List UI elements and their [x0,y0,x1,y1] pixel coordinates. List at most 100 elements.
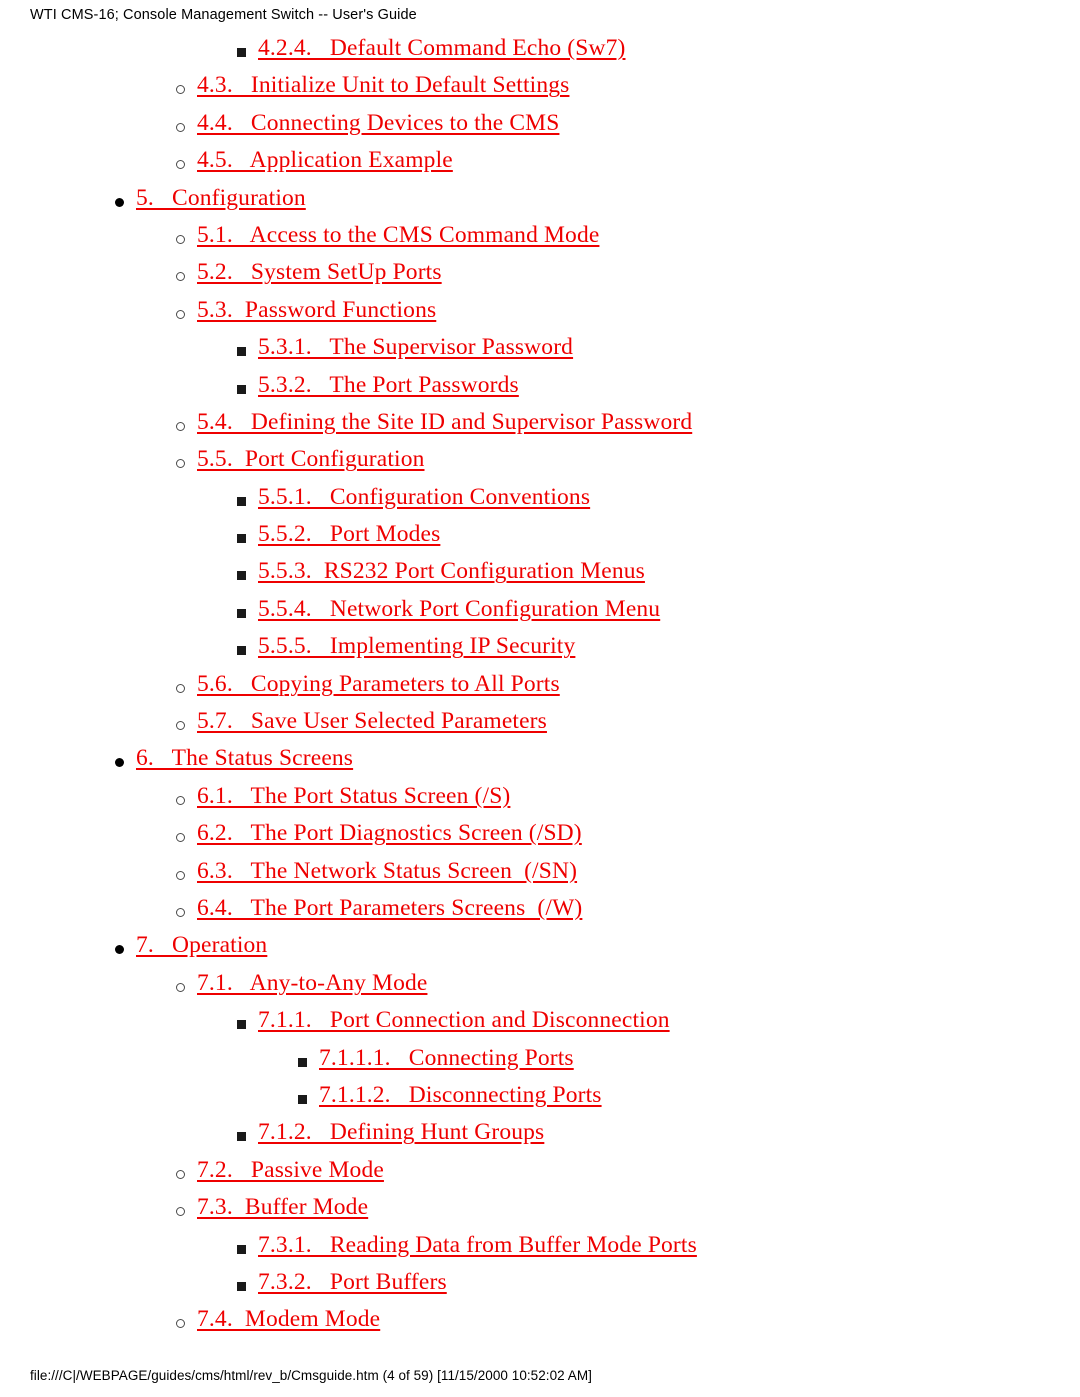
toc-link-7-1-1[interactable]: 7.1.1. Port Connection and Disconnection [258,1002,670,1039]
toc-link-4-5[interactable]: 4.5. Application Example [197,142,453,179]
circle-bullet-icon [176,234,185,244]
toc-item: 5.5. Port Configuration [0,441,1080,478]
circle-bullet-icon [176,122,185,132]
toc-link-7-3-2[interactable]: 7.3.2. Port Buffers [258,1264,447,1301]
circle-bullet-icon [176,1207,185,1217]
circle-bullet-icon [176,870,185,880]
square-bullet-icon [237,646,246,656]
disc-bullet-icon [115,758,124,768]
toc-item: 5.6. Copying Parameters to All Ports [0,666,1080,703]
toc-link-5-3-1[interactable]: 5.3.1. The Supervisor Password [258,329,573,366]
page-header-title: WTI CMS-16; Console Management Switch --… [30,7,417,23]
page-footer-path: file:///C|/WEBPAGE/guides/cms/html/rev_b… [30,1368,592,1383]
circle-bullet-icon [176,1319,185,1329]
toc-link-5-3-2[interactable]: 5.3.2. The Port Passwords [258,367,519,404]
toc-item: 7.3.2. Port Buffers [0,1264,1080,1301]
toc-link-5-5-4[interactable]: 5.5.4. Network Port Configuration Menu [258,591,660,628]
toc-item: 7.2. Passive Mode [0,1152,1080,1189]
circle-bullet-icon [176,833,185,843]
circle-bullet-icon [176,160,185,170]
toc-item: 7.1.1.2. Disconnecting Ports [0,1077,1080,1114]
toc-link-5-2[interactable]: 5.2. System SetUp Ports [197,254,442,291]
toc-link-7-1-2[interactable]: 7.1.2. Defining Hunt Groups [258,1114,544,1151]
square-bullet-icon [237,1020,246,1030]
square-bullet-icon [237,48,246,57]
square-bullet-icon [237,1132,246,1142]
toc-link-5-6[interactable]: 5.6. Copying Parameters to All Ports [197,666,560,703]
toc-item: 6. The Status Screens [0,740,1080,777]
toc-link-7-3-1[interactable]: 7.3.1. Reading Data from Buffer Mode Por… [258,1227,697,1264]
circle-bullet-icon [176,1169,185,1179]
toc-item: 4.3. Initialize Unit to Default Settings [0,67,1080,104]
toc-link-6-2[interactable]: 6.2. The Port Diagnostics Screen (/SD) [197,815,582,852]
square-bullet-icon [237,1281,246,1291]
toc-link-5-4[interactable]: 5.4. Defining the Site ID and Supervisor… [197,404,692,441]
toc-link-5-1[interactable]: 5.1. Access to the CMS Command Mode [197,217,599,254]
toc-link-7-1-1-2[interactable]: 7.1.1.2. Disconnecting Ports [319,1077,602,1114]
square-bullet-icon [298,1094,307,1104]
square-bullet-icon [237,496,246,506]
toc-link-4-3[interactable]: 4.3. Initialize Unit to Default Settings [197,67,569,104]
toc-link-4-2-4[interactable]: 4.2.4. Default Command Echo (Sw7) [258,30,625,67]
toc-item: 5.5.5. Implementing IP Security [0,628,1080,665]
disc-bullet-icon [115,197,124,207]
toc-item: 7.3.1. Reading Data from Buffer Mode Por… [0,1227,1080,1264]
toc-item: 7.1.1.1. Connecting Ports [0,1040,1080,1077]
toc-item: 4.4. Connecting Devices to the CMS [0,105,1080,142]
toc-item: 5.2. System SetUp Ports [0,254,1080,291]
toc-item: 6.4. The Port Parameters Screens (/W) [0,890,1080,927]
toc-link-6-1[interactable]: 6.1. The Port Status Screen (/S) [197,778,510,815]
square-bullet-icon [237,384,246,394]
toc-item: 5. Configuration [0,180,1080,217]
toc-item: 4.2.4. Default Command Echo (Sw7) [0,30,1080,67]
toc-item: 7.4. Modem Mode [0,1301,1080,1338]
circle-bullet-icon [176,907,185,917]
toc-item: 7. Operation [0,927,1080,964]
toc-item: 5.3.2. The Port Passwords [0,367,1080,404]
table-of-contents: 4.2.4. Default Command Echo (Sw7) 4.3. In… [0,30,1080,1339]
toc-link-7[interactable]: 7. Operation [136,927,267,964]
toc-item: 5.5.4. Network Port Configuration Menu [0,591,1080,628]
toc-link-5-5-3[interactable]: 5.5.3. RS232 Port Configuration Menus [258,553,645,590]
toc-link-5-5-5[interactable]: 5.5.5. Implementing IP Security [258,628,575,665]
circle-bullet-icon [176,421,185,431]
square-bullet-icon [298,1057,307,1067]
toc-item: 5.5.3. RS232 Port Configuration Menus [0,553,1080,590]
square-bullet-icon [237,571,246,581]
toc-item: 5.1. Access to the CMS Command Mode [0,217,1080,254]
square-bullet-icon [237,608,246,618]
toc-link-6-3[interactable]: 6.3. The Network Status Screen (/SN) [197,853,577,890]
circle-bullet-icon [176,795,185,805]
square-bullet-icon [237,347,246,357]
toc-link-7-1[interactable]: 7.1. Any-to-Any Mode [197,965,427,1002]
circle-bullet-icon [176,459,185,469]
toc-item: 7.1.2. Defining Hunt Groups [0,1114,1080,1151]
toc-item: 7.1.1. Port Connection and Disconnection [0,1002,1080,1039]
toc-link-7-2[interactable]: 7.2. Passive Mode [197,1152,384,1189]
toc-link-4-4[interactable]: 4.4. Connecting Devices to the CMS [197,105,559,142]
circle-bullet-icon [176,982,185,992]
circle-bullet-icon [176,85,185,95]
toc-link-5-3[interactable]: 5.3. Password Functions [197,292,436,329]
toc-item: 5.3. Password Functions [0,292,1080,329]
toc-item: 6.3. The Network Status Screen (/SN) [0,853,1080,890]
disc-bullet-icon [115,945,124,955]
toc-link-7-1-1-1[interactable]: 7.1.1.1. Connecting Ports [319,1040,574,1077]
circle-bullet-icon [176,309,185,319]
toc-link-7-4[interactable]: 7.4. Modem Mode [197,1301,380,1338]
toc-link-7-3[interactable]: 7.3. Buffer Mode [197,1189,368,1226]
toc-item: 5.5.2. Port Modes [0,516,1080,553]
toc-item: 6.1. The Port Status Screen (/S) [0,778,1080,815]
toc-item: 5.3.1. The Supervisor Password [0,329,1080,366]
toc-link-5-5[interactable]: 5.5. Port Configuration [197,441,425,478]
toc-link-5-5-1[interactable]: 5.5.1. Configuration Conventions [258,479,590,516]
toc-link-5-7[interactable]: 5.7. Save User Selected Parameters [197,703,547,740]
toc-item: 7.3. Buffer Mode [0,1189,1080,1226]
toc-link-5[interactable]: 5. Configuration [136,180,306,217]
toc-link-6-4[interactable]: 6.4. The Port Parameters Screens (/W) [197,890,582,927]
toc-link-5-5-2[interactable]: 5.5.2. Port Modes [258,516,440,553]
circle-bullet-icon [176,721,185,731]
toc-item: 4.5. Application Example [0,142,1080,179]
toc-link-6[interactable]: 6. The Status Screens [136,740,353,777]
square-bullet-icon [237,1244,246,1254]
